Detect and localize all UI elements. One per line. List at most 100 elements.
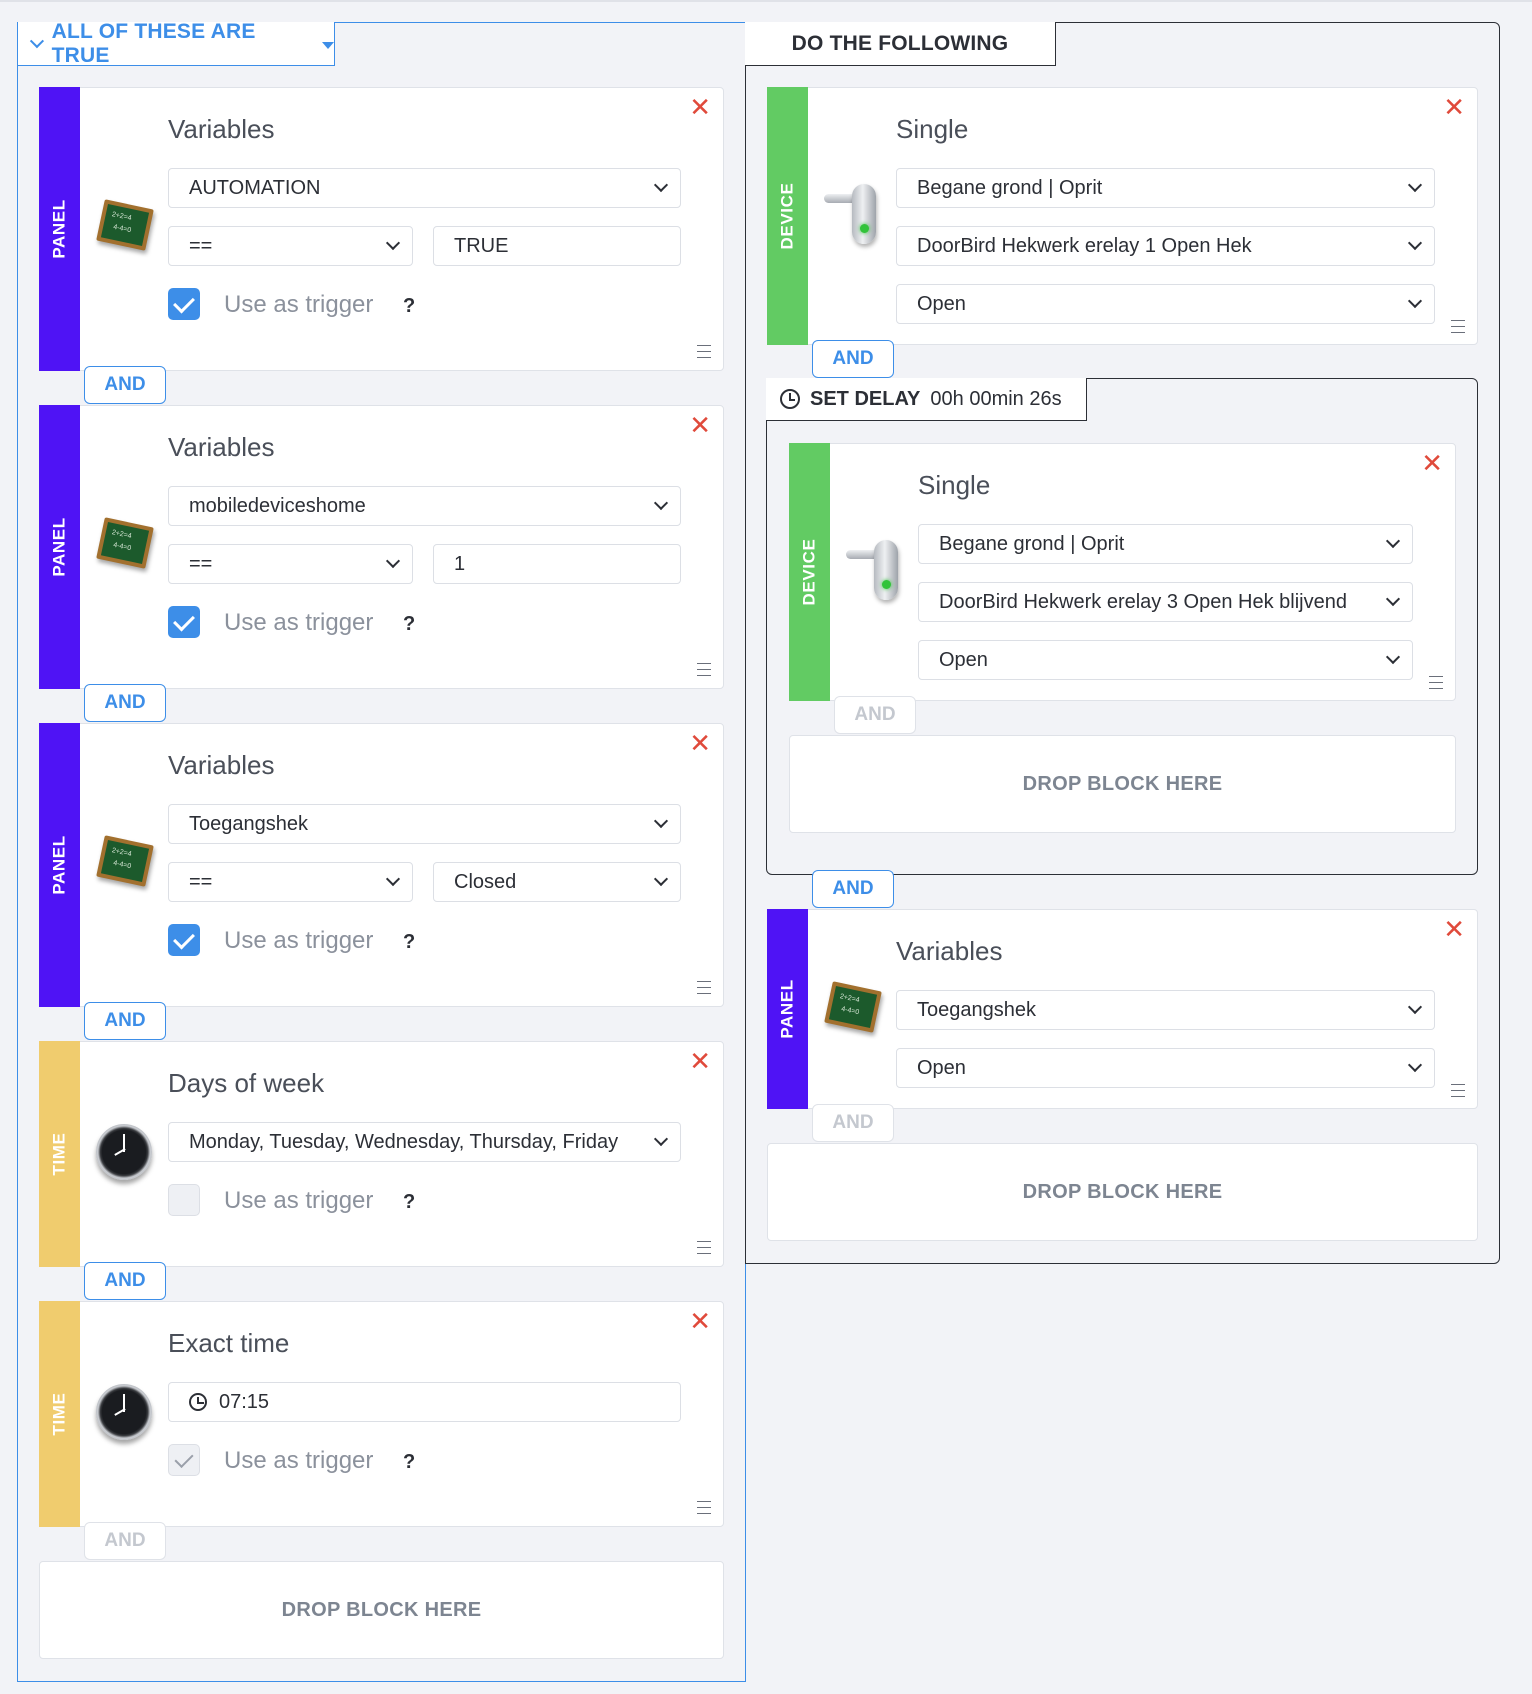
variable-select[interactable]: AUTOMATION (168, 168, 681, 208)
action-select[interactable]: Open (918, 640, 1413, 680)
and-connector: AND (84, 1262, 166, 1300)
chevron-down-icon (1385, 649, 1401, 665)
category-band: PANEL (39, 87, 80, 371)
variable-value: mobiledeviceshome (189, 494, 366, 517)
chalkboard-icon (96, 835, 154, 887)
close-icon[interactable]: ✕ (689, 730, 711, 756)
variable-select[interactable]: Toegangshek (168, 804, 681, 844)
close-icon[interactable]: ✕ (1443, 916, 1465, 942)
drag-handle-icon[interactable] (697, 1241, 711, 1254)
block-title: Days of week (168, 1068, 325, 1098)
condition-block-4[interactable]: TIME ✕ Days of week Monday, Tuesday, Wed… (39, 1041, 724, 1267)
close-icon[interactable]: ✕ (689, 1048, 711, 1074)
chevron-down-icon (653, 871, 669, 887)
action-device-block-2[interactable]: DEVICE ✕ Single Begane grond | Oprit Doo… (789, 443, 1456, 701)
device-value: DoorBird Hekwerk erelay 1 Open Hek (917, 234, 1252, 257)
category-band: PANEL (39, 405, 80, 689)
value-input[interactable]: 1 (433, 544, 681, 584)
condition-block-2[interactable]: PANEL ✕ Variables mobiledeviceshome == 1… (39, 405, 724, 689)
value-select[interactable]: Closed (433, 862, 681, 902)
trigger-checkbox[interactable] (168, 924, 200, 956)
close-icon[interactable]: ✕ (1421, 450, 1443, 476)
help-icon[interactable]: ? (403, 931, 415, 954)
category-label: PANEL (49, 517, 69, 577)
value-value: Closed (454, 870, 517, 893)
block-title: Exact time (168, 1328, 290, 1358)
variable-select[interactable]: mobiledeviceshome (168, 486, 681, 526)
category-label: PANEL (49, 199, 69, 259)
chevron-down-icon (385, 871, 401, 887)
location-select[interactable]: Begane grond | Oprit (918, 524, 1413, 564)
drop-zone[interactable]: DROP BLOCK HERE (39, 1561, 724, 1659)
category-band: DEVICE (767, 87, 808, 345)
timer-icon (189, 1393, 207, 1411)
drop-zone[interactable]: DROP BLOCK HERE (789, 735, 1456, 833)
value-select[interactable]: Open (896, 1048, 1435, 1088)
help-icon[interactable]: ? (403, 613, 415, 636)
and-connector: AND (812, 340, 894, 378)
drag-handle-icon[interactable] (697, 663, 711, 676)
conditions-header[interactable]: ALL OF THESE ARE TRUE (17, 20, 335, 67)
close-icon[interactable]: ✕ (689, 412, 711, 438)
device-select[interactable]: DoorBird Hekwerk erelay 1 Open Hek (896, 226, 1435, 266)
actions-header: DO THE FOLLOWING (745, 22, 1056, 66)
days-select[interactable]: Monday, Tuesday, Wednesday, Thursday, Fr… (168, 1122, 681, 1162)
and-connector-empty: AND (84, 1522, 166, 1560)
block-title: Variables (896, 936, 1003, 966)
drag-handle-icon[interactable] (1429, 676, 1443, 689)
time-input[interactable]: 07:15 (168, 1382, 681, 1422)
close-icon[interactable]: ✕ (689, 1308, 711, 1334)
drag-handle-icon[interactable] (697, 1501, 711, 1514)
block-title: Single (896, 114, 969, 144)
category-band: TIME (39, 1041, 80, 1267)
drag-handle-icon[interactable] (1451, 320, 1465, 333)
category-label: PANEL (777, 979, 797, 1039)
days-value: Monday, Tuesday, Wednesday, Thursday, Fr… (189, 1130, 619, 1153)
variable-value: Toegangshek (917, 998, 1036, 1021)
drag-handle-icon[interactable] (697, 981, 711, 994)
operator-select[interactable]: == (168, 544, 413, 584)
variable-select[interactable]: Toegangshek (896, 990, 1435, 1030)
action-device-block-1[interactable]: DEVICE ✕ Single Begane grond | Oprit Doo… (767, 87, 1478, 345)
drop-zone[interactable]: DROP BLOCK HERE (767, 1143, 1478, 1241)
drag-handle-icon[interactable] (697, 345, 711, 358)
chevron-down-icon (653, 177, 669, 193)
trigger-label: Use as trigger (224, 1187, 374, 1214)
action-value: Open (939, 648, 988, 671)
device-select[interactable]: DoorBird Hekwerk erelay 3 Open Hek blijv… (918, 582, 1413, 622)
value-input[interactable]: TRUE (433, 226, 681, 266)
chevron-down-icon (1385, 533, 1401, 549)
operator-value: == (189, 870, 213, 893)
trigger-checkbox[interactable] (168, 288, 200, 320)
action-panel-block[interactable]: PANEL ✕ Variables Toegangshek Open (767, 909, 1478, 1109)
chevron-down-icon (1407, 235, 1423, 251)
action-select[interactable]: Open (896, 284, 1435, 324)
help-icon[interactable]: ? (403, 1451, 415, 1474)
operator-select[interactable]: == (168, 226, 413, 266)
trigger-checkbox[interactable] (168, 606, 200, 638)
operator-select[interactable]: == (168, 862, 413, 902)
condition-block-1[interactable]: PANEL ✕ Variables AUTOMATION == TRUE Use… (39, 87, 724, 371)
condition-block-3[interactable]: PANEL ✕ Variables Toegangshek == Closed … (39, 723, 724, 1007)
door-lock-icon (824, 184, 882, 250)
location-value: Begane grond | Oprit (917, 176, 1103, 199)
and-connector: AND (84, 684, 166, 722)
help-icon[interactable]: ? (403, 1191, 415, 1214)
block-title: Variables (168, 114, 275, 144)
trigger-checkbox[interactable] (168, 1184, 200, 1216)
location-select[interactable]: Begane grond | Oprit (896, 168, 1435, 208)
category-band: PANEL (767, 909, 808, 1109)
category-label: DEVICE (799, 538, 819, 606)
close-icon[interactable]: ✕ (689, 94, 711, 120)
drag-handle-icon[interactable] (1451, 1084, 1465, 1097)
trigger-checkbox[interactable] (168, 1444, 200, 1476)
close-icon[interactable]: ✕ (1443, 94, 1465, 120)
set-delay-header[interactable]: SET DELAY 00h 00min 26s (766, 378, 1087, 421)
chevron-down-icon (1385, 591, 1401, 607)
time-value: 07:15 (219, 1390, 270, 1413)
help-icon[interactable]: ? (403, 295, 415, 318)
category-label: TIME (49, 1392, 69, 1436)
condition-block-5[interactable]: TIME ✕ Exact time 07:15 Use as trigger ? (39, 1301, 724, 1527)
chevron-down-icon (1407, 293, 1423, 309)
chevron-down-icon (1407, 999, 1423, 1015)
